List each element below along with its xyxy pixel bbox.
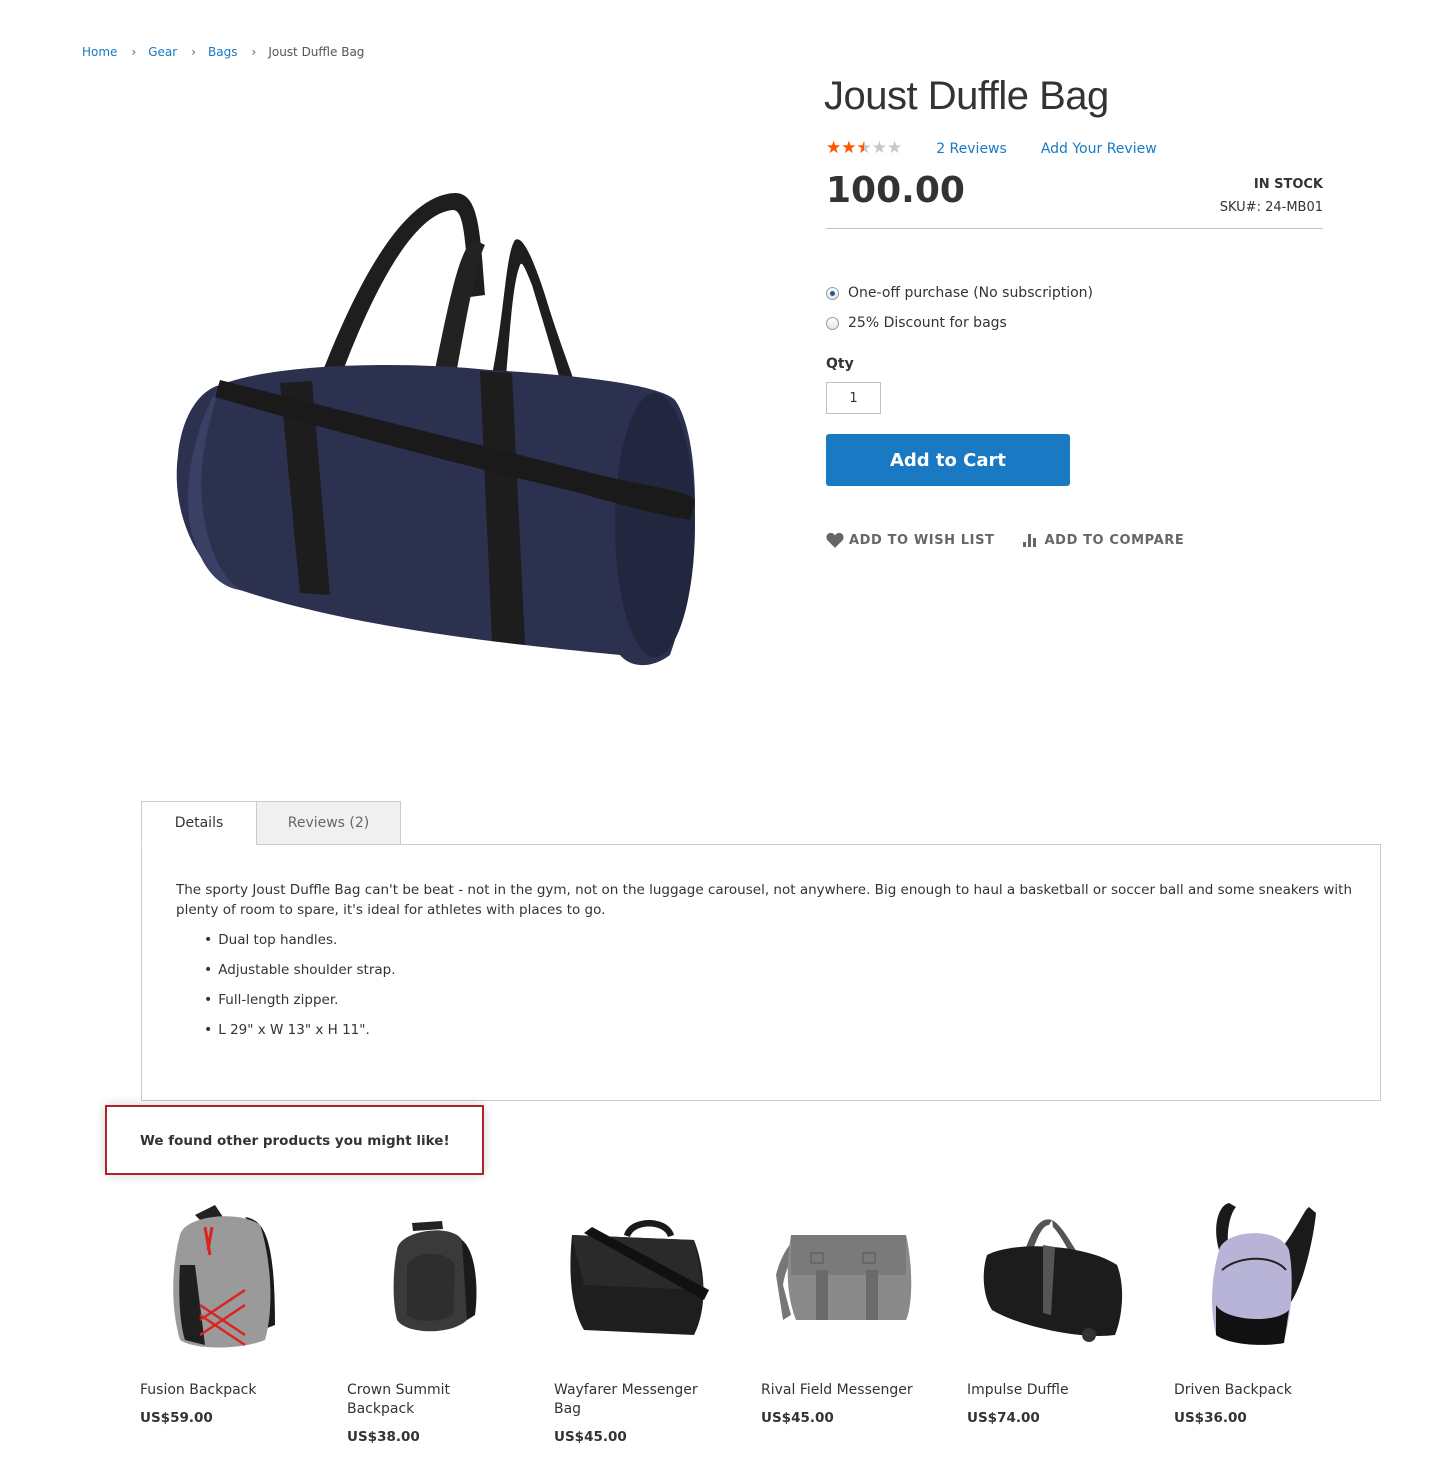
product-name[interactable]: Fusion Backpack (140, 1381, 300, 1400)
product-price: US$36.00 (1174, 1410, 1247, 1426)
product-name[interactable]: Crown Summit Backpack (347, 1381, 507, 1419)
breadcrumb-home[interactable]: Home (82, 45, 117, 59)
product-card[interactable]: Driven Backpack US$36.00 (1174, 1195, 1364, 1426)
compare-chart-icon (1022, 534, 1036, 547)
option-label: One-off purchase (No subscription) (848, 285, 1093, 301)
breadcrumb-gear[interactable]: Gear (148, 45, 177, 59)
product-price: US$74.00 (967, 1410, 1040, 1426)
qty-input[interactable] (826, 382, 881, 414)
backpack-icon (173, 1205, 275, 1348)
chevron-right-icon: › (191, 45, 197, 59)
tab-reviews[interactable]: Reviews (2) (257, 801, 401, 845)
rating-summary: ★★★★★ ★★★★★ 2 Reviews Add Your Review (826, 140, 1157, 157)
messenger-bag-icon (776, 1235, 912, 1320)
qty-label: Qty (826, 356, 854, 372)
messenger-bag-icon (570, 1220, 709, 1335)
related-products-title: We found other products you might like! (140, 1133, 450, 1149)
product-price: US$59.00 (140, 1410, 213, 1426)
rating-stars: ★★★★★ ★★★★★ (826, 140, 902, 157)
product-name[interactable]: Impulse Duffle (967, 1381, 1127, 1400)
chevron-right-icon: › (251, 45, 257, 59)
divider (826, 228, 1323, 229)
heart-icon (826, 532, 844, 548)
product-card[interactable]: Crown Summit Backpack US$38.00 (347, 1195, 537, 1445)
add-to-wishlist-link[interactable]: ADD TO WISH LIST (826, 532, 995, 548)
backpack-icon (393, 1221, 477, 1332)
feature-item: Adjustable shoulder strap. (204, 960, 395, 990)
radio-button[interactable] (826, 316, 839, 330)
breadcrumb-current: Joust Duffle Bag (268, 45, 365, 59)
tab-details[interactable]: Details (141, 801, 257, 845)
product-tabs: Details Reviews (2) (141, 801, 401, 845)
star-filled-icons: ★★★★★ (826, 140, 864, 157)
product-sku: SKU#: 24-MB01 (1219, 200, 1323, 215)
product-name[interactable]: Wayfarer Messenger Bag (554, 1381, 714, 1419)
product-price: 100.00 (826, 170, 965, 211)
product-title: Joust Duffle Bag (824, 74, 1109, 118)
feature-item: Full-length zipper. (204, 990, 396, 1020)
product-card[interactable]: Wayfarer Messenger Bag US$45.00 (554, 1195, 744, 1445)
option-discount[interactable]: 25% Discount for bags (826, 315, 1007, 331)
product-price: US$45.00 (761, 1410, 834, 1426)
duffle-bag-image (176, 193, 695, 666)
option-label: 25% Discount for bags (848, 315, 1007, 331)
product-actions: ADD TO WISH LIST ADD TO COMPARE (826, 532, 1212, 548)
reviews-link[interactable]: 2 Reviews (936, 141, 1007, 157)
feature-list: Dual top handles. Adjustable shoulder st… (204, 930, 396, 1050)
product-description: The sporty Joust Duffle Bag can't be bea… (176, 882, 1353, 918)
product-main-image[interactable] (160, 175, 720, 685)
product-price: US$45.00 (554, 1429, 627, 1445)
stock-status: IN STOCK (1253, 177, 1323, 192)
add-to-compare-link[interactable]: ADD TO COMPARE (1022, 532, 1185, 548)
product-price: US$38.00 (347, 1429, 420, 1445)
breadcrumb-bags[interactable]: Bags (208, 45, 237, 59)
product-name[interactable]: Driven Backpack (1174, 1381, 1334, 1400)
backpack-icon (1212, 1203, 1316, 1345)
radio-button-checked[interactable] (826, 286, 839, 300)
duffle-icon (983, 1219, 1123, 1342)
feature-item: Dual top handles. (204, 930, 396, 960)
product-card[interactable]: Rival Field Messenger US$45.00 (761, 1195, 951, 1426)
chevron-right-icon: › (131, 45, 137, 59)
add-to-cart-button[interactable]: Add to Cart (826, 434, 1070, 486)
option-one-off[interactable]: One-off purchase (No subscription) (826, 285, 1093, 301)
wishlist-label: ADD TO WISH LIST (849, 532, 995, 548)
product-name[interactable]: Rival Field Messenger (761, 1381, 921, 1400)
product-card[interactable]: Fusion Backpack US$59.00 (140, 1195, 330, 1426)
breadcrumb: Home › Gear › Bags › Joust Duffle Bag (82, 45, 364, 59)
product-card[interactable]: Impulse Duffle US$74.00 (967, 1195, 1157, 1426)
add-review-link[interactable]: Add Your Review (1041, 141, 1157, 157)
compare-label: ADD TO COMPARE (1044, 532, 1185, 548)
feature-item: L 29" x W 13" x H 11". (204, 1020, 396, 1050)
